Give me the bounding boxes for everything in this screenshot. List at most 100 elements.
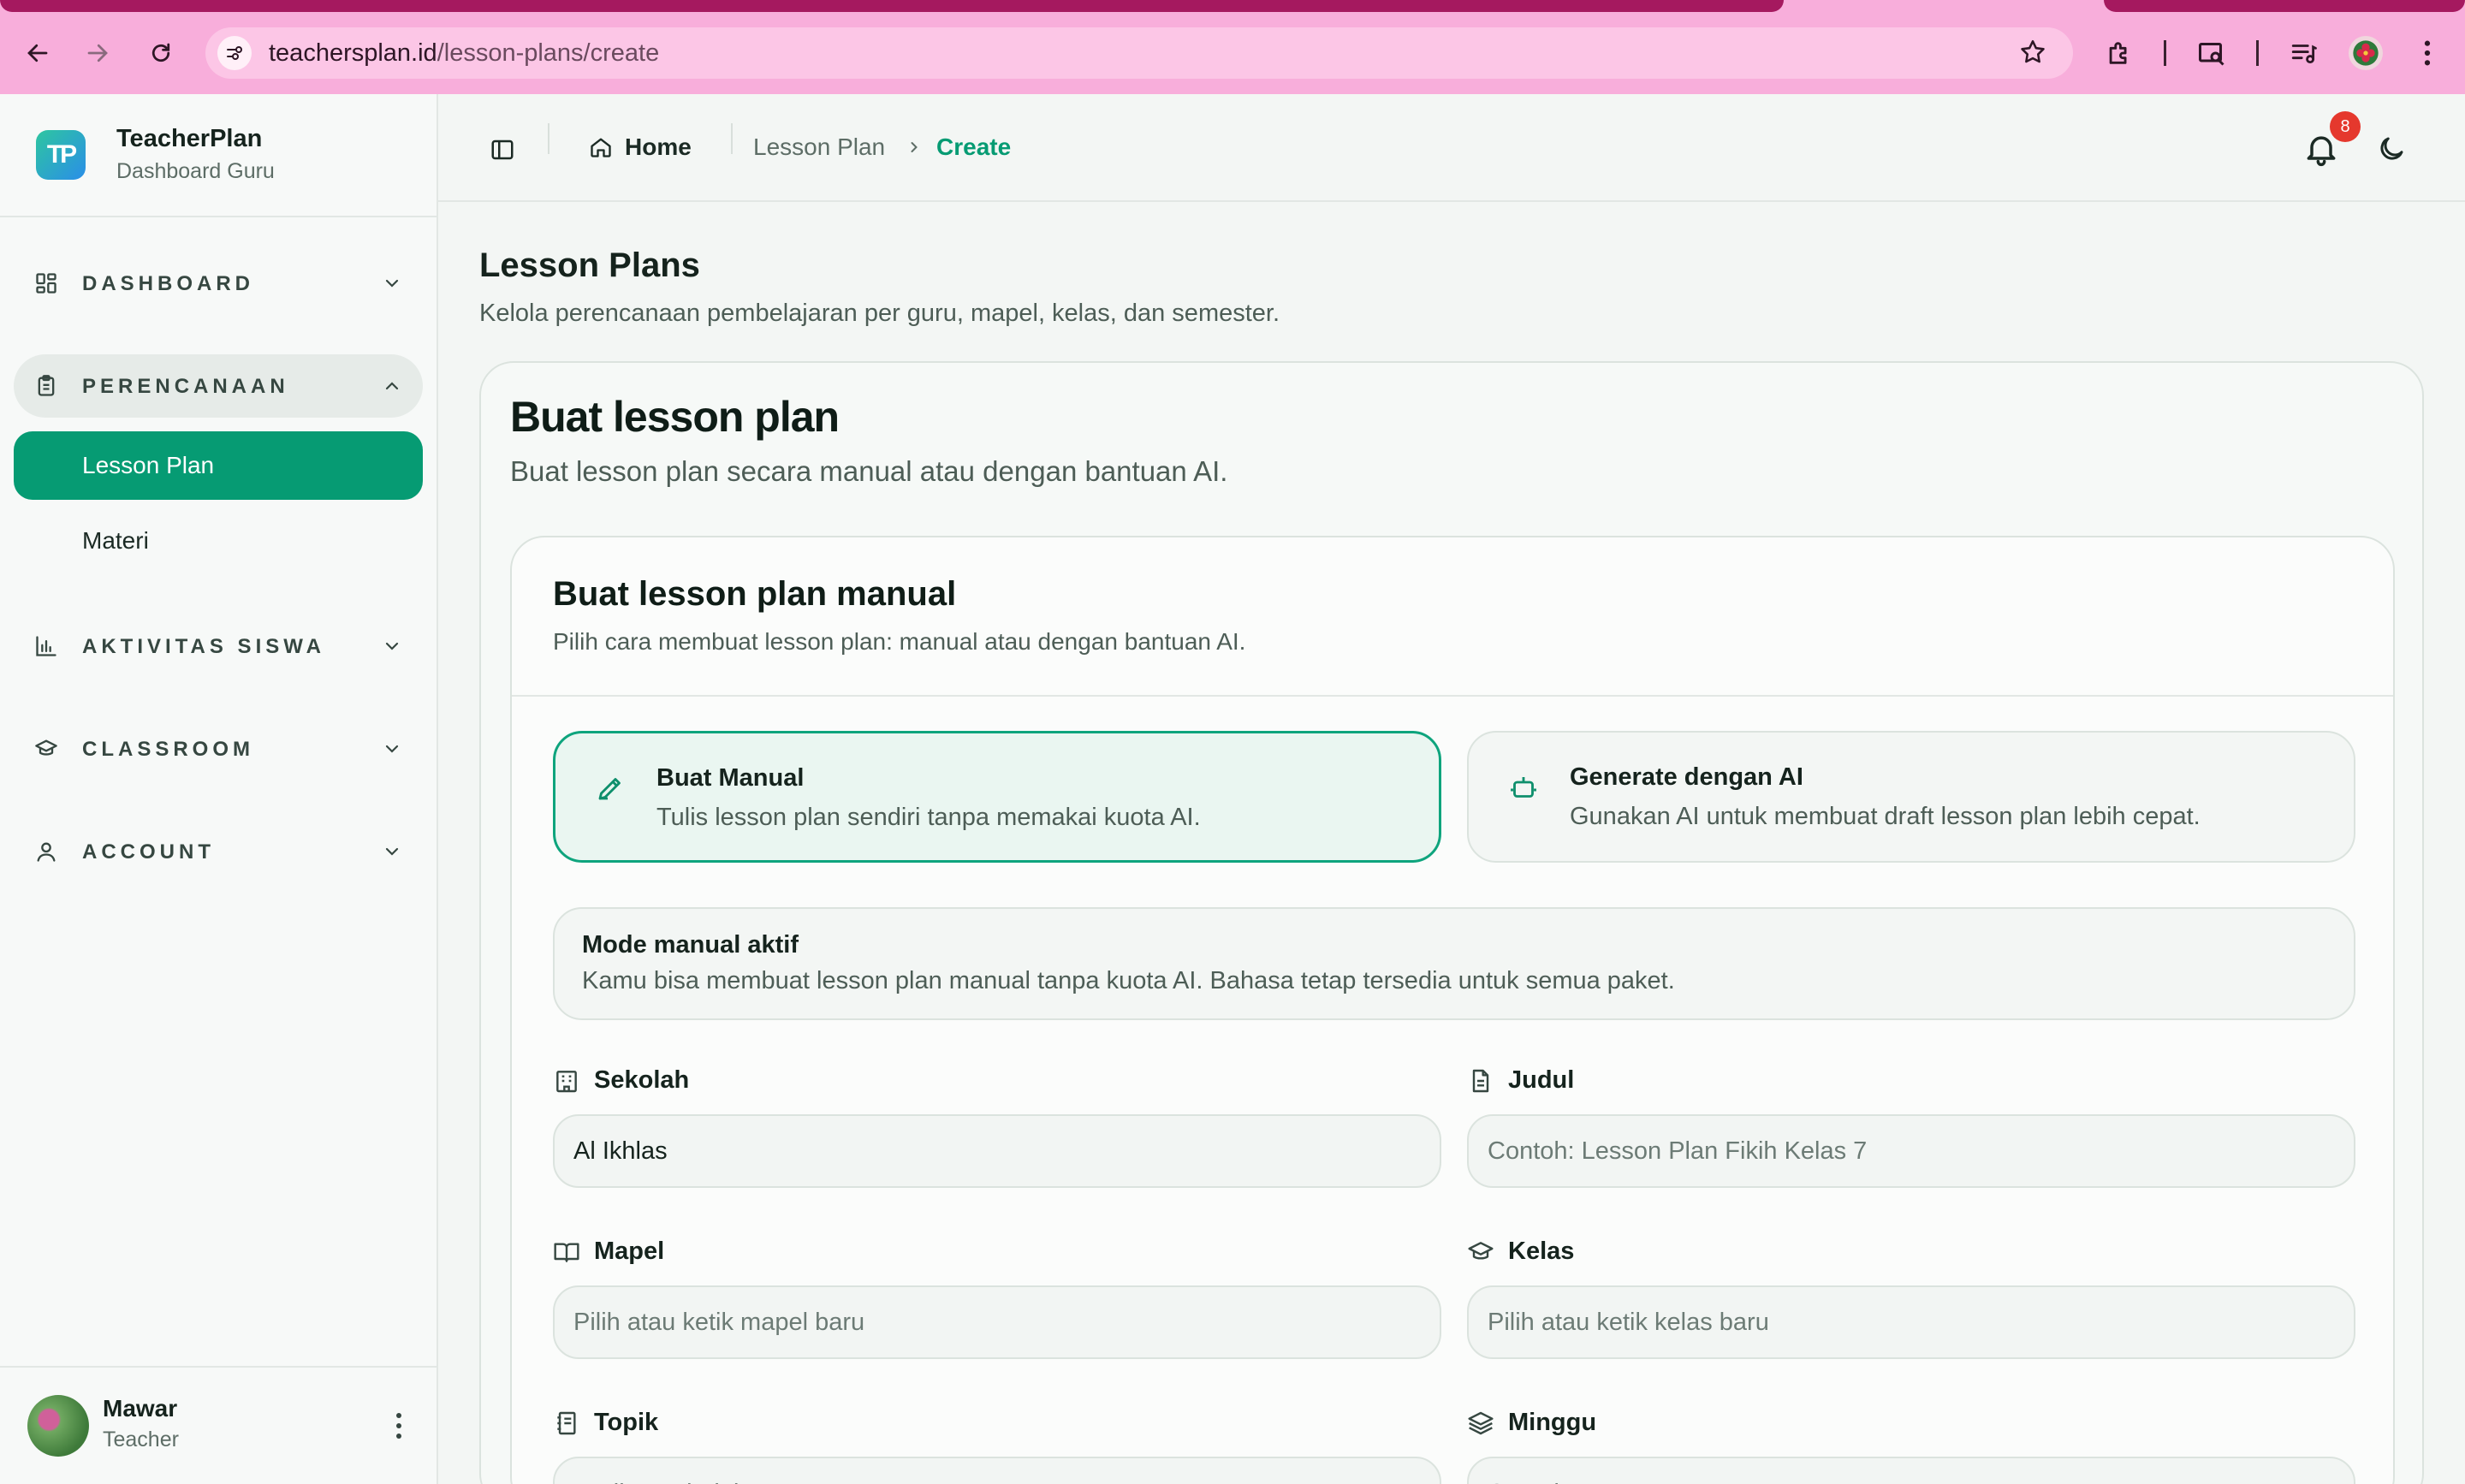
notice-title: Mode manual aktif xyxy=(582,931,799,959)
sidebar-group-aktivitas-siswa[interactable]: AKTIVITAS SISWA xyxy=(14,614,423,678)
inner-card-header: Buat lesson plan manual Pilih cara membu… xyxy=(512,537,2393,697)
notification-badge: 8 xyxy=(2330,111,2361,142)
chevron-up-icon xyxy=(385,382,399,390)
chevron-down-icon xyxy=(385,642,399,650)
sekolah-label: Sekolah xyxy=(553,1066,689,1095)
sidebar-group-classroom[interactable]: CLASSROOM xyxy=(14,717,423,781)
chevron-down-icon xyxy=(385,745,399,753)
moon-icon[interactable] xyxy=(2376,134,2407,164)
brand-header[interactable]: TP TeacherPlan Dashboard Guru xyxy=(0,94,437,217)
sidebar-group-label: ACCOUNT xyxy=(82,840,215,864)
brand-subtitle: Dashboard Guru xyxy=(116,159,275,183)
robot-icon xyxy=(1511,777,1536,798)
topik-input[interactable] xyxy=(553,1457,1441,1484)
mapel-label: Mapel xyxy=(553,1238,664,1266)
forward-button[interactable] xyxy=(77,33,118,74)
chevron-down-icon xyxy=(385,847,399,856)
topbar: Home Lesson Plan Create 8 xyxy=(438,94,2465,202)
mode-ai-button[interactable]: Generate dengan AI Gunakan AI untuk memb… xyxy=(1467,731,2355,863)
kelas-label: Kelas xyxy=(1467,1238,1574,1266)
graduation-cap-icon xyxy=(35,739,57,756)
judul-input[interactable] xyxy=(1467,1114,2355,1188)
reload-icon xyxy=(151,43,170,62)
mode-manual-button[interactable]: Buat Manual Tulis lesson plan sendiri ta… xyxy=(553,731,1441,863)
sidebar-item-lesson-plan[interactable]: Lesson Plan xyxy=(14,431,423,500)
url-path: /lesson-plans/create xyxy=(437,39,660,67)
manual-mode-notice: Mode manual aktif Kamu bisa membuat less… xyxy=(553,907,2355,1020)
kelas-input[interactable] xyxy=(1467,1285,2355,1359)
mapel-label-text: Mapel xyxy=(594,1238,665,1265)
breadcrumb-current: Create xyxy=(936,134,1012,160)
extensions-icon[interactable] xyxy=(2099,33,2140,74)
breadcrumb-home[interactable]: Home xyxy=(589,134,692,161)
bar-chart-icon xyxy=(36,636,56,656)
topbar-divider xyxy=(548,123,549,154)
browser-menu-button[interactable] xyxy=(2407,33,2448,74)
sidebar-group-label: DASHBOARD xyxy=(82,272,254,295)
card-subtitle: Buat lesson plan secara manual atau deng… xyxy=(510,455,1228,487)
app-logo: TP xyxy=(36,130,86,180)
back-button[interactable] xyxy=(17,33,58,74)
mode-title: Generate dengan AI xyxy=(1570,763,1803,791)
layers-icon xyxy=(1468,1411,1494,1434)
sidebar-group-perencanaan[interactable]: PERENCANAAN xyxy=(14,354,423,418)
manual-lesson-plan-card: Buat lesson plan manual Pilih cara membu… xyxy=(510,536,2395,1484)
arrow-left-icon xyxy=(27,44,48,62)
minggu-label-text: Minggu xyxy=(1508,1409,1597,1436)
sidebar-group-account[interactable]: ACCOUNT xyxy=(14,820,423,883)
book-icon xyxy=(554,1242,579,1262)
user-role: Teacher xyxy=(103,1428,179,1451)
sidebar-group-label: AKTIVITAS SISWA xyxy=(82,635,325,658)
brand-name: TeacherPlan xyxy=(116,125,263,152)
minggu-label: Minggu xyxy=(1467,1409,1596,1437)
inner-card-subtitle: Pilih cara membuat lesson plan: manual a… xyxy=(553,628,1246,655)
breadcrumb-lesson-plan[interactable]: Lesson Plan xyxy=(753,134,885,161)
bookmark-star-icon[interactable] xyxy=(2018,38,2047,71)
chevron-right-icon xyxy=(911,142,918,152)
sidebar-item-materi[interactable]: Materi xyxy=(14,507,423,575)
sidebar-toggle-icon[interactable] xyxy=(490,137,515,163)
minggu-input[interactable] xyxy=(1467,1457,2355,1484)
tab-strip-right xyxy=(2104,0,2465,12)
topik-label-text: Topik xyxy=(594,1409,659,1436)
mapel-input[interactable] xyxy=(553,1285,1441,1359)
judul-label-text: Judul xyxy=(1508,1066,1575,1094)
graduation-cap-icon xyxy=(1468,1241,1494,1260)
user-name: Mawar xyxy=(103,1395,178,1422)
sekolah-label-text: Sekolah xyxy=(594,1066,690,1094)
card-title: Buat lesson plan xyxy=(510,393,840,441)
user-profile[interactable]: Mawar Teacher xyxy=(0,1366,437,1484)
notice-description: Kamu bisa membuat lesson plan manual tan… xyxy=(582,967,1675,994)
media-controls-icon[interactable] xyxy=(2284,33,2325,74)
mode-title: Buat Manual xyxy=(656,764,805,792)
toolbar-separator xyxy=(2256,40,2259,66)
kebab-menu-icon[interactable] xyxy=(392,1410,406,1441)
site-info-icon[interactable] xyxy=(217,36,252,70)
url-text: teachersplan.id/lesson-plans/create xyxy=(269,39,659,68)
flower-avatar-icon xyxy=(2349,36,2383,70)
pencil-icon xyxy=(598,778,621,800)
topbar-divider xyxy=(731,123,733,154)
sidebar-group-label: CLASSROOM xyxy=(82,738,254,761)
avatar xyxy=(27,1395,89,1457)
browser-toolbar: teachersplan.id/lesson-plans/create xyxy=(0,0,2465,94)
address-bar[interactable]: teachersplan.id/lesson-plans/create xyxy=(205,27,2073,79)
reload-button[interactable] xyxy=(140,33,181,74)
tab-search-icon[interactable] xyxy=(2191,33,2232,74)
profile-button[interactable] xyxy=(2345,33,2386,74)
clipboard-icon xyxy=(38,375,55,396)
sidebar-group-label: PERENCANAAN xyxy=(82,375,289,398)
home-icon xyxy=(591,138,611,157)
kelas-label-text: Kelas xyxy=(1508,1238,1575,1265)
topik-label: Topik xyxy=(553,1409,658,1437)
sidebar-group-dashboard[interactable]: DASHBOARD xyxy=(14,252,423,315)
document-icon xyxy=(1472,1069,1489,1092)
sekolah-input[interactable] xyxy=(553,1114,1441,1188)
notebook-icon xyxy=(557,1411,576,1434)
building-icon xyxy=(556,1070,577,1092)
page-subtitle: Kelola perencanaan pembelajaran per guru… xyxy=(479,300,1280,327)
toolbar-separator xyxy=(2164,40,2166,66)
inner-card-title: Buat lesson plan manual xyxy=(553,575,957,613)
mode-description: Tulis lesson plan sendiri tanpa memakai … xyxy=(656,804,1201,831)
chevron-down-icon xyxy=(385,279,399,288)
